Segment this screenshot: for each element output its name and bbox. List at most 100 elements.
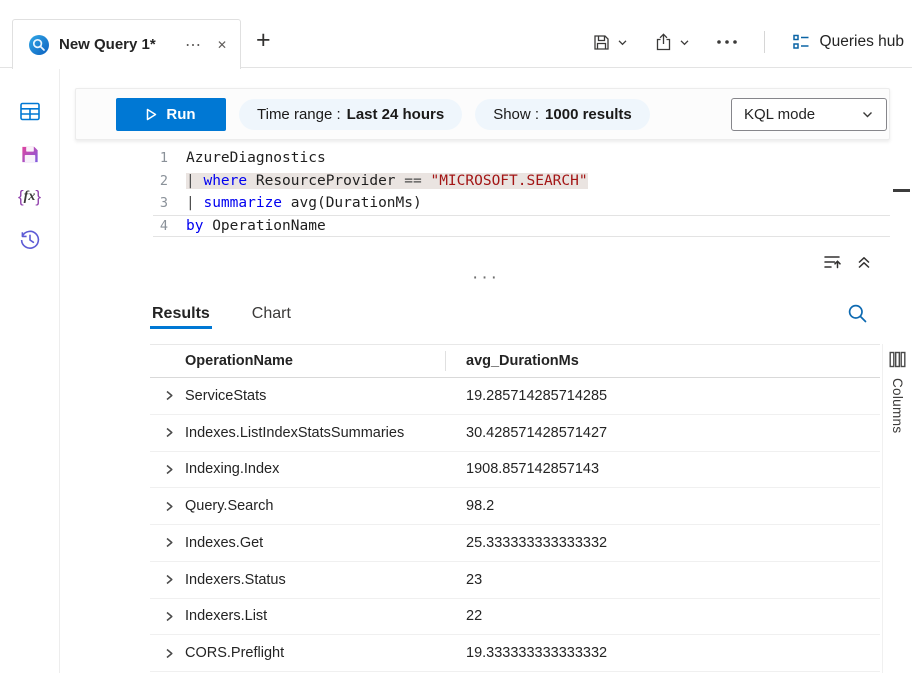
- line-number: 1: [75, 150, 168, 166]
- query-tab-icon: [28, 34, 50, 56]
- row-operation-name: CORS.Preflight: [185, 645, 284, 661]
- row-avg-duration: 22: [445, 608, 482, 624]
- code-text: AzureDiagnostics: [168, 150, 326, 166]
- query-tab[interactable]: New Query 1* ⋯ ✕: [12, 19, 241, 69]
- row-expand-chevron-icon[interactable]: [163, 463, 175, 476]
- code-line-1[interactable]: 1AzureDiagnostics: [75, 147, 890, 170]
- row-expand-chevron-icon[interactable]: [163, 500, 175, 513]
- fx-text: fx: [24, 189, 36, 205]
- scrollbar-cursor-marker: [893, 189, 910, 192]
- save-button[interactable]: [592, 33, 628, 52]
- tab-results[interactable]: Results: [150, 301, 212, 329]
- row-expand-chevron-icon[interactable]: [163, 426, 175, 439]
- time-range-value: Last 24 hours: [347, 106, 445, 123]
- code-text: | summarize avg(DurationMs): [168, 195, 422, 211]
- save-icon: [592, 33, 611, 52]
- time-range-label: Time range :: [257, 106, 341, 123]
- queries-hub-button[interactable]: Queries hub: [791, 32, 904, 52]
- row-avg-duration: 19.285714285714285: [445, 388, 607, 404]
- row-expand-chevron-icon[interactable]: [163, 647, 175, 660]
- top-tab-bar: New Query 1* ⋯ ✕ +: [0, 0, 912, 68]
- tables-icon[interactable]: [18, 100, 42, 122]
- tab-more-icon[interactable]: ⋯: [182, 35, 205, 55]
- fx-brace-close: }: [35, 187, 41, 207]
- columns-icon: [889, 351, 906, 368]
- row-expand-chevron-icon[interactable]: [163, 610, 175, 623]
- table-row[interactable]: Query.Search 98.2: [150, 488, 880, 525]
- show-label: Show :: [493, 106, 539, 123]
- results-table-body: ServiceStats 19.285714285714285 Indexes.Li…: [150, 378, 880, 672]
- show-value: 1000 results: [545, 106, 632, 123]
- left-sidebar: {fx}: [0, 68, 60, 673]
- share-icon: [654, 33, 673, 52]
- chevron-down-icon: [617, 37, 628, 48]
- row-operation-name: Query.Search: [185, 498, 273, 514]
- column-header-avg-duration[interactable]: avg_DurationMs: [445, 353, 579, 369]
- line-number: 4: [75, 218, 168, 234]
- kql-mode-label: KQL mode: [744, 106, 815, 123]
- query-editor[interactable]: 1AzureDiagnostics2| where ResourceProvid…: [75, 147, 890, 237]
- table-row[interactable]: Indexers.Status 23: [150, 562, 880, 599]
- top-actions: Queries hub: [592, 24, 904, 60]
- run-label: Run: [166, 106, 195, 123]
- query-toolbar: Run Time range : Last 24 hours Show : 10…: [75, 88, 890, 140]
- column-header-operation-name[interactable]: OperationName: [150, 353, 445, 369]
- row-avg-duration: 1908.857142857143: [445, 461, 599, 477]
- show-results-picker[interactable]: Show : 1000 results: [475, 99, 650, 130]
- columns-panel-toggle[interactable]: Columns: [882, 344, 912, 673]
- code-text: | where ResourceProvider == "MICROSOFT.S…: [168, 173, 588, 189]
- code-line-2[interactable]: 2| where ResourceProvider == "MICROSOFT.…: [75, 170, 890, 193]
- search-icon[interactable]: [847, 303, 868, 324]
- chevron-down-icon: [861, 108, 874, 121]
- row-operation-name: ServiceStats: [185, 388, 266, 404]
- row-avg-duration: 19.333333333333332: [445, 645, 607, 661]
- row-operation-name: Indexes.Get: [185, 535, 263, 551]
- kql-mode-dropdown[interactable]: KQL mode: [731, 98, 887, 131]
- row-avg-duration: 25.333333333333332: [445, 535, 607, 551]
- results-tabs: Results Chart: [150, 301, 293, 329]
- table-row[interactable]: Indexing.Index 1908.857142857143: [150, 452, 880, 489]
- line-number: 3: [75, 195, 168, 211]
- row-operation-name: Indexing.Index: [185, 461, 279, 477]
- table-row[interactable]: CORS.Preflight 19.333333333333332: [150, 635, 880, 672]
- code-text: by OperationName: [168, 218, 326, 234]
- tab-close-icon[interactable]: ✕: [214, 38, 230, 52]
- line-number: 2: [75, 173, 168, 189]
- column-divider[interactable]: [445, 351, 446, 371]
- table-row[interactable]: ServiceStats 19.285714285714285: [150, 378, 880, 415]
- row-expand-chevron-icon[interactable]: [163, 389, 175, 402]
- query-history-icon[interactable]: [18, 229, 42, 251]
- more-actions-button[interactable]: [716, 39, 738, 45]
- code-line-4[interactable]: 4by OperationName: [75, 215, 890, 238]
- row-operation-name: Indexers.Status: [185, 572, 286, 588]
- log-analytics-app: { "tabbar": { "active_tab": { "title": "…: [0, 0, 912, 673]
- pane-splitter-handle[interactable]: ···: [60, 268, 912, 287]
- share-button[interactable]: [654, 33, 690, 52]
- ellipsis-icon: [716, 39, 738, 45]
- toolbar-divider: [764, 31, 765, 53]
- functions-icon[interactable]: {fx}: [18, 186, 42, 208]
- table-row[interactable]: Indexers.List 22: [150, 599, 880, 636]
- play-icon: [146, 108, 157, 121]
- columns-panel-label: Columns: [890, 378, 905, 433]
- row-avg-duration: 98.2: [445, 498, 494, 514]
- row-avg-duration: 30.428571428571427: [445, 425, 607, 441]
- row-expand-chevron-icon[interactable]: [163, 573, 175, 586]
- chevron-down-icon: [679, 37, 690, 48]
- code-line-3[interactable]: 3| summarize avg(DurationMs): [75, 192, 890, 215]
- queries-hub-icon: [791, 32, 811, 52]
- queries-hub-label: Queries hub: [820, 33, 904, 51]
- row-avg-duration: 23: [445, 572, 482, 588]
- table-row[interactable]: Indexes.ListIndexStatsSummaries30.428571…: [150, 415, 880, 452]
- new-tab-button[interactable]: +: [250, 26, 277, 55]
- row-operation-name: Indexers.List: [185, 608, 267, 624]
- saved-queries-icon[interactable]: [18, 143, 42, 165]
- time-range-picker[interactable]: Time range : Last 24 hours: [239, 99, 462, 130]
- results-table: OperationName avg_DurationMs ServiceStat…: [150, 344, 880, 672]
- query-tab-title: New Query 1*: [59, 36, 173, 53]
- table-row[interactable]: Indexes.Get 25.333333333333332: [150, 525, 880, 562]
- table-header: OperationName avg_DurationMs: [150, 344, 880, 378]
- tab-chart[interactable]: Chart: [250, 301, 293, 329]
- row-expand-chevron-icon[interactable]: [163, 536, 175, 549]
- run-button[interactable]: Run: [116, 98, 226, 131]
